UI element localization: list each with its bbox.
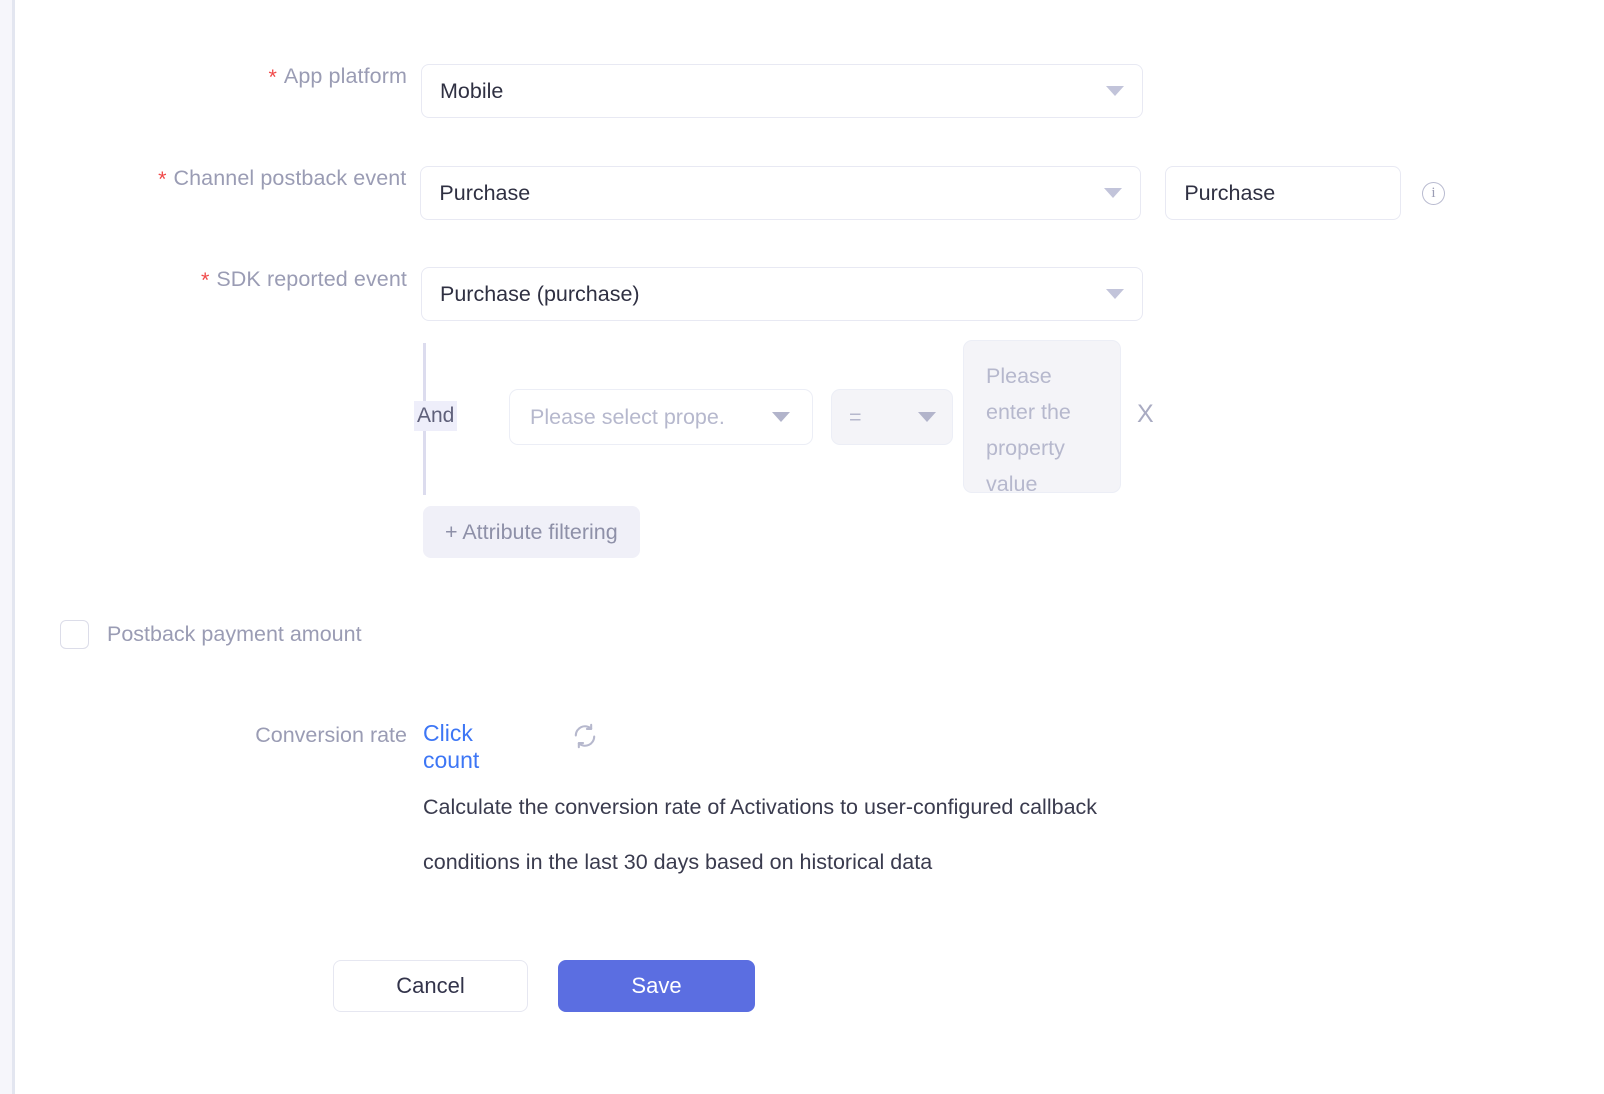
postback-settings-form-page: * App platform Mobile * Channel postback… xyxy=(0,0,1604,1094)
cancel-button[interactable]: Cancel xyxy=(333,960,528,1012)
channel-postback-event-alias-input[interactable]: Purchase xyxy=(1165,166,1402,220)
app-platform-label: App platform xyxy=(283,64,407,88)
refresh-icon[interactable] xyxy=(572,723,598,749)
info-icon[interactable]: i xyxy=(1422,182,1445,205)
sdk-reported-event-label-wrap: * SDK reported event xyxy=(15,267,407,292)
checkbox-unchecked-icon[interactable] xyxy=(60,620,89,649)
required-asterisk: * xyxy=(158,167,167,191)
field-row-app-platform: * App platform Mobile xyxy=(15,64,1155,118)
save-button[interactable]: Save xyxy=(558,960,755,1012)
conversion-rate-label: Conversion rate xyxy=(255,723,407,747)
add-attribute-filtering-button[interactable]: + Attribute filtering xyxy=(423,506,640,558)
click-count-link[interactable]: Click count xyxy=(423,720,479,774)
filter-value-placeholder: Please enter the property value xyxy=(986,364,1071,493)
filter-property-placeholder: Please select prope. xyxy=(530,404,725,429)
filter-operator-select[interactable]: = xyxy=(831,389,953,445)
channel-postback-event-alias-value: Purchase xyxy=(1184,180,1276,205)
app-platform-value: Mobile xyxy=(440,78,504,103)
channel-postback-event-select[interactable]: Purchase xyxy=(420,166,1142,220)
field-row-channel-postback-event: * Channel postback event Purchase Purcha… xyxy=(15,166,1445,220)
app-platform-select[interactable]: Mobile xyxy=(421,64,1143,118)
close-icon[interactable]: X xyxy=(1137,401,1154,427)
chevron-down-icon[interactable] xyxy=(772,412,790,422)
required-asterisk: * xyxy=(268,65,277,89)
sdk-reported-event-select[interactable]: Purchase (purchase) xyxy=(421,267,1143,321)
sdk-reported-event-value: Purchase (purchase) xyxy=(440,281,640,306)
chevron-down-icon[interactable] xyxy=(1106,86,1124,96)
postback-payment-amount-label: Postback payment amount xyxy=(107,622,362,646)
channel-postback-event-label-wrap: * Channel postback event xyxy=(15,166,406,191)
form-actions: Cancel Save xyxy=(333,960,755,1012)
chevron-down-icon[interactable] xyxy=(1104,188,1123,198)
left-rail-strip xyxy=(0,0,12,1094)
sdk-reported-event-label: SDK reported event xyxy=(216,267,407,291)
filter-operator-value: = xyxy=(849,404,862,429)
conversion-rate-description: Calculate the conversion rate of Activat… xyxy=(423,795,1098,874)
filter-value-input[interactable]: Please enter the property value xyxy=(963,340,1121,493)
app-platform-label-wrap: * App platform xyxy=(15,64,407,89)
channel-postback-event-label: Channel postback event xyxy=(173,166,407,190)
postback-form: * App platform Mobile * Channel postback… xyxy=(15,0,1604,1094)
channel-postback-event-value: Purchase xyxy=(439,180,531,205)
field-row-sdk-reported-event: * SDK reported event Purchase (purchase) xyxy=(15,267,1155,321)
postback-payment-amount-row[interactable]: Postback payment amount xyxy=(60,620,362,649)
chevron-down-icon[interactable] xyxy=(1106,289,1124,299)
filter-conjunction-badge[interactable]: And xyxy=(414,401,458,431)
required-asterisk: * xyxy=(200,268,210,292)
chevron-down-icon[interactable] xyxy=(918,412,936,422)
filter-property-select[interactable]: Please select prope. xyxy=(509,389,813,445)
info-icon-glyph: i xyxy=(1431,185,1436,201)
